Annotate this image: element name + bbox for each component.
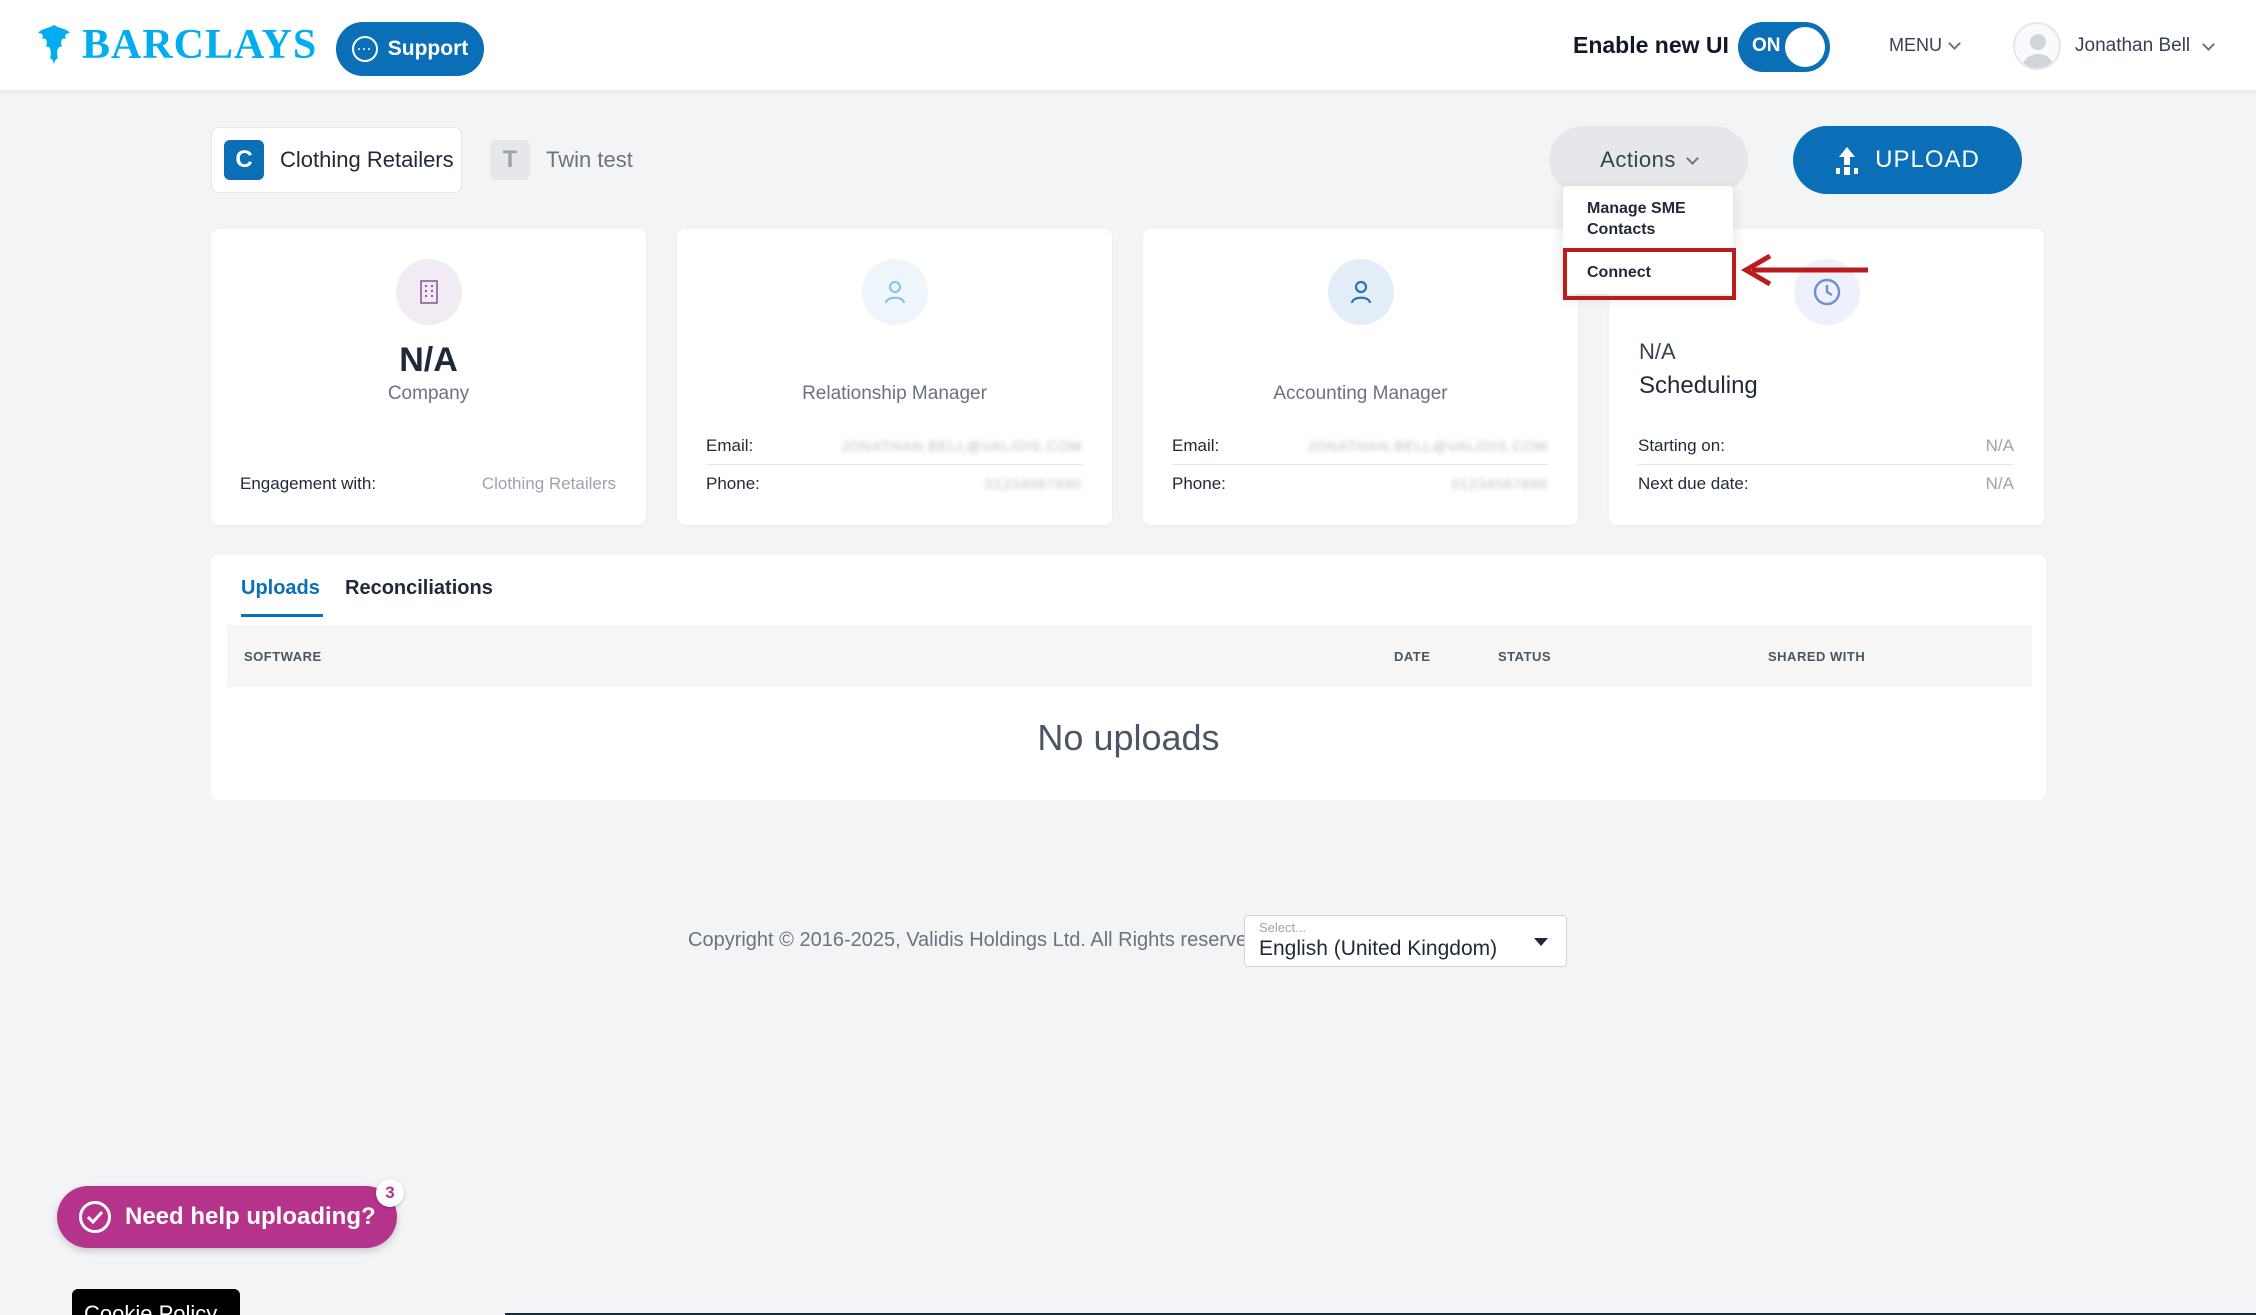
highlight-box (1563, 248, 1736, 300)
help-label: Need help uploading? (125, 1203, 376, 1230)
scheduling-value: N/A (1639, 339, 1676, 364)
menu-item-manage-sme-contacts[interactable]: Manage SME Contacts (1587, 198, 1717, 240)
company-card: N/A Company Engagement with: Clothing Re… (211, 229, 646, 525)
rm-email-row: Email: JONATHAN.BELL@VALIDIS.COM (706, 427, 1082, 465)
new-ui-toggle[interactable]: ON (1738, 22, 1830, 72)
actions-label: Actions (1600, 147, 1676, 172)
relationship-manager-card: Relationship Manager Email: JONATHAN.BEL… (677, 229, 1112, 525)
column-header-date[interactable]: DATE (1394, 649, 1430, 664)
menu-label: MENU (1889, 35, 1942, 55)
building-icon (396, 259, 462, 325)
copyright-text: Copyright © 2016-2025, Validis Holdings … (688, 929, 1259, 951)
actions-button[interactable]: Actions (1549, 126, 1748, 194)
empty-state: No uploads (1037, 717, 1220, 758)
cookie-policy-button[interactable]: Cookie Policy (72, 1289, 240, 1315)
accounting-manager-subtitle: Accounting Manager (1273, 383, 1448, 404)
phone-value: 01234567890 (985, 476, 1082, 492)
entity-name: Twin test (546, 147, 633, 172)
starting-label: Starting on: (1638, 435, 1725, 455)
caret-down-icon (1534, 938, 1548, 946)
notification-count-badge: 3 (376, 1179, 404, 1207)
person-icon (1328, 259, 1394, 325)
upload-icon (1835, 147, 1859, 173)
column-header-software[interactable]: SOFTWARE (244, 649, 322, 664)
company-value: N/A (399, 341, 458, 379)
toggle-knob (1785, 27, 1825, 67)
top-header: BARCLAYS ··· Support Enable new UI ON ME… (0, 0, 2256, 90)
email-label: Email: (706, 435, 754, 455)
support-button[interactable]: ··· Support (336, 22, 484, 76)
menu-button[interactable]: MENU (1889, 35, 1961, 56)
avatar (2013, 22, 2061, 70)
email-value: JONATHAN.BELL@VALIDIS.COM (841, 437, 1082, 454)
user-name: Jonathan Bell (2075, 35, 2191, 56)
starting-row: Starting on: N/A (1638, 427, 2014, 465)
engagement-row: Engagement with: Clothing Retailers (240, 465, 616, 503)
chevron-down-icon (2202, 37, 2216, 51)
starting-value: N/A (1985, 435, 2014, 455)
entity-badge: C (224, 140, 264, 180)
am-email-row: Email: JONATHAN.BELL@VALIDIS.COM (1172, 427, 1548, 465)
column-header-status[interactable]: STATUS (1498, 649, 1551, 664)
next-due-value: N/A (1985, 474, 2014, 493)
next-due-label: Next due date: (1638, 474, 1749, 493)
entity-name: Clothing Retailers (280, 147, 454, 172)
enable-new-ui-label: Enable new UI (1573, 32, 1729, 58)
relationship-manager-subtitle: Relationship Manager (802, 383, 987, 404)
language-select-label: Select... (1259, 920, 1306, 935)
email-value: JONATHAN.BELL@VALIDIS.COM (1307, 437, 1548, 454)
tab-reconciliations[interactable]: Reconciliations (345, 577, 493, 614)
language-select[interactable]: Select... English (United Kingdom) (1244, 915, 1567, 967)
barclays-logo[interactable]: BARCLAYS (34, 22, 317, 68)
person-icon (862, 259, 928, 325)
am-phone-row: Phone: 01234567890 (1172, 465, 1548, 503)
accounting-manager-card: Accounting Manager Email: JONATHAN.BELL@… (1143, 229, 1578, 525)
entity-tab-clothing-retailers[interactable]: C Clothing Retailers (211, 127, 462, 193)
rm-phone-row: Phone: 01234567890 (706, 465, 1082, 503)
engagement-value: Clothing Retailers (481, 474, 616, 493)
brand-name: BARCLAYS (82, 22, 318, 68)
table-header: SOFTWARE DATE STATUS SHARED WITH (227, 625, 2032, 687)
help-uploading-button[interactable]: Need help uploading? (57, 1186, 397, 1248)
next-due-row: Next due date: N/A (1638, 465, 2014, 503)
scheduling-title: Scheduling (1639, 372, 1758, 399)
chevron-down-icon (1685, 151, 1699, 165)
phone-label: Phone: (706, 474, 760, 493)
toggle-state: ON (1752, 35, 1781, 56)
upload-button[interactable]: UPLOAD (1793, 126, 2022, 194)
language-select-value: English (United Kingdom) (1259, 937, 1498, 960)
chevron-down-icon (1948, 37, 1961, 50)
eagle-icon (38, 25, 70, 65)
support-label: Support (387, 37, 469, 60)
phone-value: 01234567890 (1451, 476, 1548, 492)
entity-tab-twin-test[interactable]: T Twin test (490, 127, 633, 193)
column-header-shared-with[interactable]: SHARED WITH (1768, 649, 1865, 664)
engagement-label: Engagement with: (240, 474, 377, 493)
phone-label: Phone: (1172, 474, 1226, 493)
tab-uploads[interactable]: Uploads (241, 577, 323, 617)
chat-icon: ··· (351, 36, 378, 62)
upload-label: UPLOAD (1875, 146, 1980, 173)
annotation-arrow-icon (1741, 254, 1868, 286)
uploads-panel: Uploads Reconciliations SOFTWARE DATE ST… (211, 555, 2046, 800)
user-menu[interactable]: Jonathan Bell (2013, 21, 2216, 71)
email-label: Email: (1172, 435, 1220, 455)
check-icon (79, 1201, 111, 1233)
entity-badge: T (490, 140, 530, 180)
company-subtitle: Company (387, 383, 470, 404)
